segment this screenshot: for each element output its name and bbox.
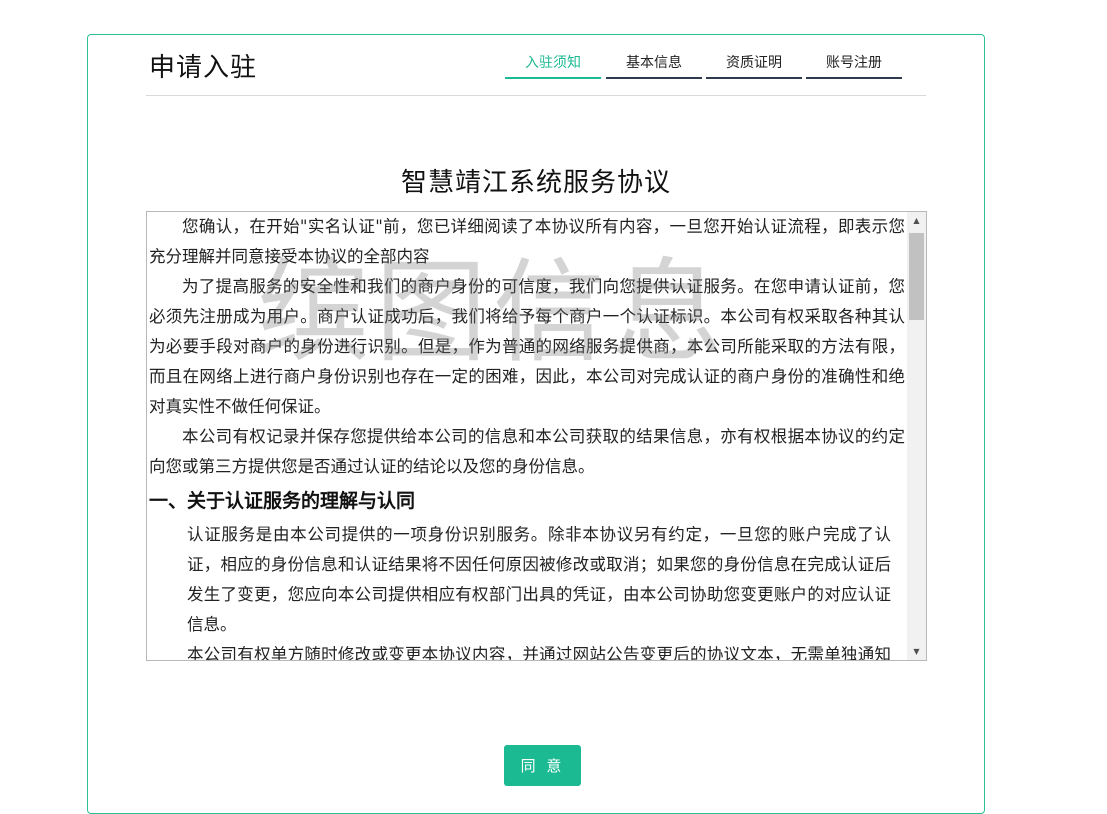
section-paragraph: 认证服务是由本公司提供的一项身份识别服务。除非本协议另有约定，一旦您的账户完成了… xyxy=(187,525,891,634)
tab-qualification[interactable]: 资质证明 xyxy=(706,52,802,79)
section-heading: 一、关于认证服务的理解与认同 xyxy=(149,490,416,512)
agreement-paragraph: 您确认，在开始"实名认证"前，您已详细阅读了本协议所有内容，一旦您开始认证流程，… xyxy=(149,217,905,266)
page-title: 申请入驻 xyxy=(149,53,258,83)
agreement-paragraph: 为了提高服务的安全性和我们的商户身份的可信度，我们向您提供认证服务。在您申请认证… xyxy=(149,277,905,416)
section-paragraph: 本公司有权单方随时修改或变更本协议内容，并通过网站公告变更后的协议文本，无需单独… xyxy=(187,645,891,661)
tab-entry-notice[interactable]: 入驻须知 xyxy=(505,52,601,79)
agree-button[interactable]: 同 意 xyxy=(504,745,581,786)
vertical-scrollbar[interactable]: ▲ ▼ xyxy=(907,212,926,660)
tab-account-registration[interactable]: 账号注册 xyxy=(806,52,902,79)
agreement-content: 您确认，在开始"实名认证"前，您已详细阅读了本协议所有内容，一旦您开始认证流程，… xyxy=(149,212,905,661)
scroll-down-icon[interactable]: ▼ xyxy=(907,643,926,660)
tab-basic-info[interactable]: 基本信息 xyxy=(606,52,702,79)
scroll-up-icon[interactable]: ▲ xyxy=(907,212,926,229)
agreement-paragraph: 本公司有权记录并保存您提供给本公司的信息和本公司获取的结果信息，亦有权根据本协议… xyxy=(149,427,905,476)
scroll-thumb[interactable] xyxy=(909,233,924,320)
agreement-title: 智慧靖江系统服务协议 xyxy=(400,168,671,198)
agreement-scroll-box[interactable]: 您确认，在开始"实名认证"前，您已详细阅读了本协议所有内容，一旦您开始认证流程，… xyxy=(146,211,927,661)
header-divider xyxy=(146,95,926,96)
